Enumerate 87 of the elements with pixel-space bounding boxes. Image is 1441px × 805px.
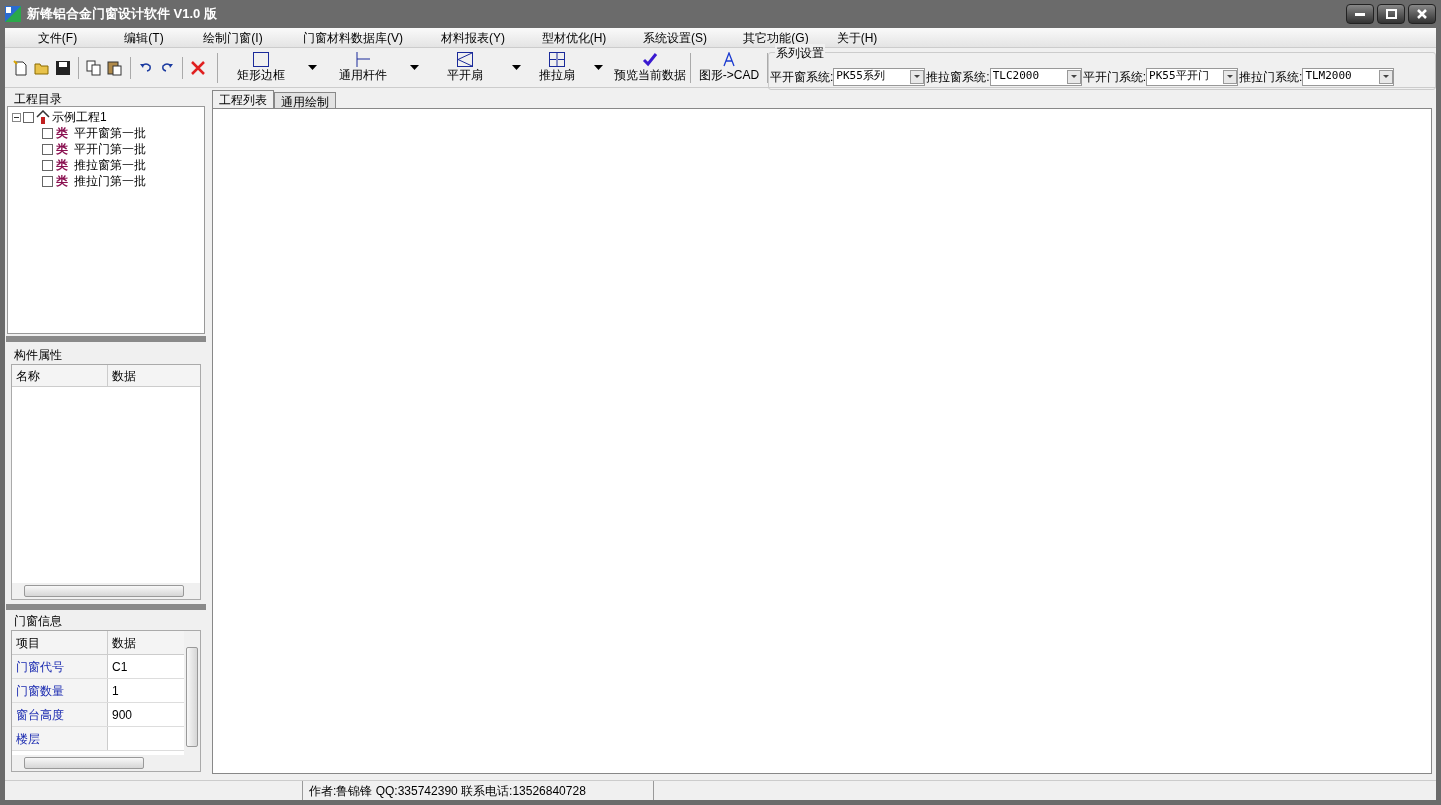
series-dropdown[interactable]: TLC2000 [989, 67, 1082, 86]
checkbox[interactable] [42, 175, 53, 187]
horizontal-scrollbar[interactable] [12, 755, 184, 771]
caret-icon[interactable] [409, 65, 419, 70]
panel-title: 门窗信息 [13, 613, 63, 630]
horizontal-scrollbar[interactable] [12, 583, 200, 599]
caret-icon [1070, 75, 1077, 78]
copy-icon[interactable] [86, 59, 102, 76]
close-icon [1417, 9, 1427, 19]
series-dropdown[interactable]: TLM2000 [1302, 67, 1395, 86]
checkbox[interactable] [23, 111, 34, 123]
checkbox[interactable] [42, 127, 53, 139]
vertical-scrollbar[interactable] [184, 631, 200, 771]
casement-icon [457, 52, 473, 67]
field-label: 平开窗系统: [770, 68, 834, 86]
tab[interactable]: 工程列表 [212, 90, 274, 108]
row-label: 楼层 [12, 727, 108, 750]
status-text: 作者:鲁锦锋 QQ:335742390 联系电话:13526840728 [308, 782, 587, 800]
minus-icon [14, 114, 19, 120]
menu-item[interactable]: 型材优化(H) [523, 28, 625, 47]
caret-icon[interactable] [511, 65, 521, 70]
rectangle-icon [253, 52, 269, 67]
house-icon [36, 110, 50, 124]
row-label: 窗台高度 [12, 703, 108, 726]
window-title: 新锋铝合金门窗设计软件 V1.0 版 [27, 5, 217, 24]
caret-icon[interactable] [307, 65, 317, 70]
check-icon [642, 52, 658, 67]
new-file-icon[interactable] [13, 59, 29, 76]
checkbox[interactable] [42, 143, 53, 155]
toolbar-button[interactable]: 推拉扇 [528, 49, 586, 86]
menu-item[interactable]: 编辑(T) [105, 28, 183, 47]
group-label: 系列设置 [775, 43, 825, 62]
panel-title: 构件属性 [13, 347, 63, 364]
toolbar-button[interactable]: 图形->CAD [691, 49, 767, 86]
row-label: 门窗代号 [12, 655, 108, 678]
category-tag: 类 [56, 156, 68, 174]
row-label: 门窗数量 [12, 679, 108, 702]
tab[interactable]: 通用绘制 [274, 92, 336, 108]
caret-icon[interactable] [593, 65, 603, 70]
menu-item[interactable]: 绘制门窗(I) [183, 28, 283, 47]
toolbar-button[interactable]: 通用杆件 [324, 49, 402, 86]
expander-icon[interactable] [12, 112, 21, 122]
field-label: 推拉窗系统: [926, 68, 990, 86]
letter-a-icon [723, 52, 735, 67]
cell-value: 900 [111, 706, 134, 724]
maximize-button[interactable] [1377, 4, 1405, 24]
toolbar-button[interactable]: 预览当前数据 [610, 49, 690, 86]
save-icon[interactable] [55, 59, 71, 76]
caret-icon [1227, 75, 1234, 78]
column-header[interactable]: 数据 [108, 365, 200, 386]
tree-node-label[interactable]: 平开门第一批 [74, 140, 146, 158]
tree-node-label[interactable]: 示例工程1 [52, 108, 107, 126]
paste-icon[interactable] [107, 59, 123, 76]
minimize-icon [1355, 12, 1365, 16]
column-header[interactable]: 项目 [12, 631, 108, 654]
menu-item[interactable]: 材料报表(Y) [423, 28, 523, 47]
app-logo-icon [5, 6, 21, 22]
caret-icon [1383, 75, 1390, 78]
caret-icon [914, 75, 921, 78]
checkbox[interactable] [42, 159, 53, 171]
panel-title: 工程目录 [13, 92, 63, 106]
category-tag: 类 [56, 140, 68, 158]
tree-node-label[interactable]: 推拉门第一批 [74, 172, 146, 190]
category-tag: 类 [56, 172, 68, 190]
series-dropdown[interactable]: PK55平开门 [1146, 67, 1239, 86]
column-header[interactable]: 数据 [108, 631, 184, 654]
toolbar-button[interactable]: 矩形边框 [222, 49, 300, 86]
maximize-icon [1385, 9, 1397, 19]
tree-node-label[interactable]: 推拉窗第一批 [74, 156, 146, 174]
menu-item[interactable]: 系统设置(S) [625, 28, 725, 47]
category-tag: 类 [56, 124, 68, 142]
cell-value: C1 [111, 658, 129, 676]
delete-icon[interactable] [190, 59, 206, 76]
field-label: 推拉门系统: [1239, 68, 1303, 86]
field-label: 平开门系统: [1082, 68, 1147, 86]
menu-item[interactable]: 门窗材料数据库(V) [283, 28, 423, 47]
minimize-button[interactable] [1346, 4, 1374, 24]
cell-value: 1 [111, 682, 120, 700]
sliding-sash-icon [549, 52, 565, 67]
tree-node-label[interactable]: 平开窗第一批 [74, 124, 146, 142]
column-header[interactable]: 名称 [12, 365, 108, 386]
mullion-icon [355, 52, 371, 67]
menu-item[interactable]: 关于(H) [827, 28, 887, 47]
close-button[interactable] [1408, 4, 1436, 24]
series-dropdown[interactable]: PK55系列 [833, 67, 926, 86]
toolbar-button[interactable]: 平开扇 [426, 49, 504, 86]
menu-item[interactable]: 文件(F) [10, 28, 105, 47]
